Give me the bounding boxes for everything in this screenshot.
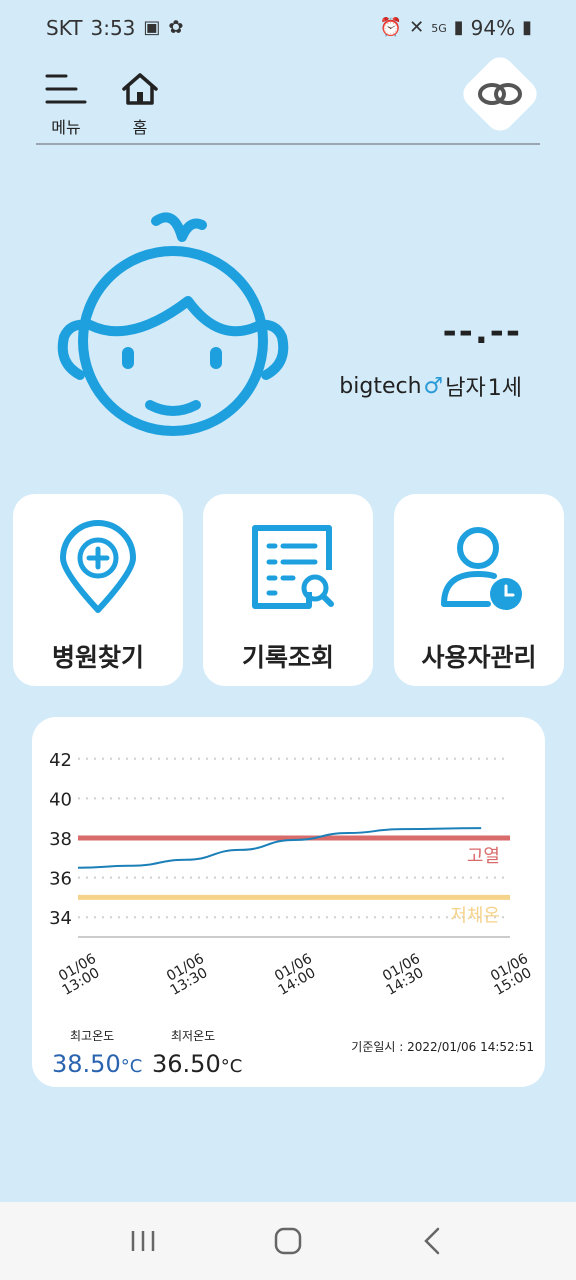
y-tick-label: 36	[49, 869, 72, 890]
user-name: bigtech	[339, 373, 422, 399]
y-tick-label: 38	[49, 829, 72, 850]
user-age: 1세	[487, 376, 522, 401]
threshold-label: 고열	[467, 846, 500, 867]
max-temperature: 최고온도 38.50°C	[52, 1027, 142, 1078]
status-left: SKT 3:53 ▣ ✿	[46, 16, 184, 40]
x-tick-label: 01/0613:00	[56, 951, 102, 999]
min-temperature: 최저온도 36.50°C	[152, 1027, 242, 1078]
x-tick-label: 01/0613:30	[164, 951, 210, 999]
min-temperature-label: 최저온도	[171, 1029, 216, 1043]
reference-time: 기준일시 : 2022/01/06 14:52:51	[351, 1040, 534, 1054]
view-records-card[interactable]: 기록조회	[203, 494, 373, 686]
max-temperature-label: 최고온도	[70, 1029, 115, 1043]
home-button[interactable]: 홈	[118, 72, 162, 138]
x-tick-label: 01/0614:30	[380, 951, 426, 999]
temperature-chart: 42 40 38 36 34 01/0613:00 01/0613:30 01/0614:00…	[49, 750, 534, 999]
mute-icon: ✕	[409, 17, 425, 38]
action-cards: 병원찾기 기록조회 사용자관리	[13, 494, 564, 686]
map-pin-plus-icon	[60, 520, 136, 613]
menu-icon	[45, 74, 87, 104]
back-icon	[424, 1227, 440, 1255]
status-right: ⏰ ✕ 5G ▮ 94% ▮	[380, 16, 532, 40]
recent-apps-button[interactable]	[113, 1211, 173, 1271]
min-temperature-value-wrap: 36.50°C	[152, 1050, 242, 1078]
header-divider	[36, 143, 540, 145]
find-hospital-card[interactable]: 병원찾기	[13, 494, 183, 686]
threshold-label: 저체온	[450, 905, 500, 926]
alarm-icon: ⏰	[379, 17, 403, 38]
min-temperature-unit: °C	[220, 1056, 243, 1077]
y-tick-label: 40	[49, 789, 72, 810]
notification-icon: ✿	[168, 17, 184, 38]
home-icon	[122, 73, 158, 105]
y-tick-label: 42	[49, 750, 72, 771]
menu-label: 메뉴	[51, 118, 81, 137]
home-nav-button[interactable]	[258, 1211, 318, 1271]
battery-icon: ▮	[522, 17, 532, 38]
recent-apps-icon	[131, 1231, 154, 1251]
user-gender: 남자	[445, 376, 486, 401]
user-clock-icon	[441, 527, 522, 610]
link-button[interactable]	[457, 51, 543, 137]
header: 메뉴 홈	[0, 51, 576, 146]
battery-level: 94%	[470, 16, 516, 40]
max-temperature-value-wrap: 38.50°C	[52, 1050, 142, 1078]
record-search-icon	[252, 525, 334, 609]
min-temperature-value: 36.50	[152, 1050, 221, 1078]
y-tick-label: 34	[49, 908, 72, 929]
user-management-card[interactable]: 사용자관리	[394, 494, 564, 686]
user-management-label: 사용자관리	[421, 643, 537, 672]
home-label: 홈	[132, 118, 148, 137]
status-bar: SKT 3:53 ▣ ✿ ⏰ ✕ 5G ▮ 94% ▮	[0, 0, 576, 56]
current-temperature: --.--	[442, 312, 522, 352]
system-nav-bar	[0, 1202, 576, 1280]
gender-male-icon: ♂	[423, 373, 444, 399]
gallery-icon: ▣	[143, 17, 161, 38]
x-tick-label: 01/0614:00	[272, 951, 318, 999]
menu-button[interactable]: 메뉴	[44, 72, 88, 138]
temperature-series-line	[77, 827, 482, 869]
carrier: SKT	[46, 16, 83, 40]
user-info[interactable]: bigtech ♂ 남자 1세	[339, 370, 522, 402]
link-icon	[478, 83, 522, 105]
x-tick-label: 01/0615:00	[488, 951, 534, 999]
baby-face-icon	[57, 212, 289, 436]
max-temperature-value: 38.50	[52, 1050, 121, 1078]
clock: 3:53	[90, 16, 136, 40]
view-records-label: 기록조회	[241, 643, 334, 672]
temperature-chart-card: 42 40 38 36 34 01/06 13:00 01/06 13:30 01/06 14:00…	[32, 717, 545, 1087]
back-button[interactable]	[403, 1211, 463, 1271]
home-circle-icon	[274, 1227, 302, 1255]
network-type: 5G	[431, 21, 447, 35]
find-hospital-label: 병원찾기	[51, 643, 144, 672]
signal-icon: ▮	[453, 17, 464, 38]
max-temperature-unit: °C	[120, 1056, 143, 1077]
